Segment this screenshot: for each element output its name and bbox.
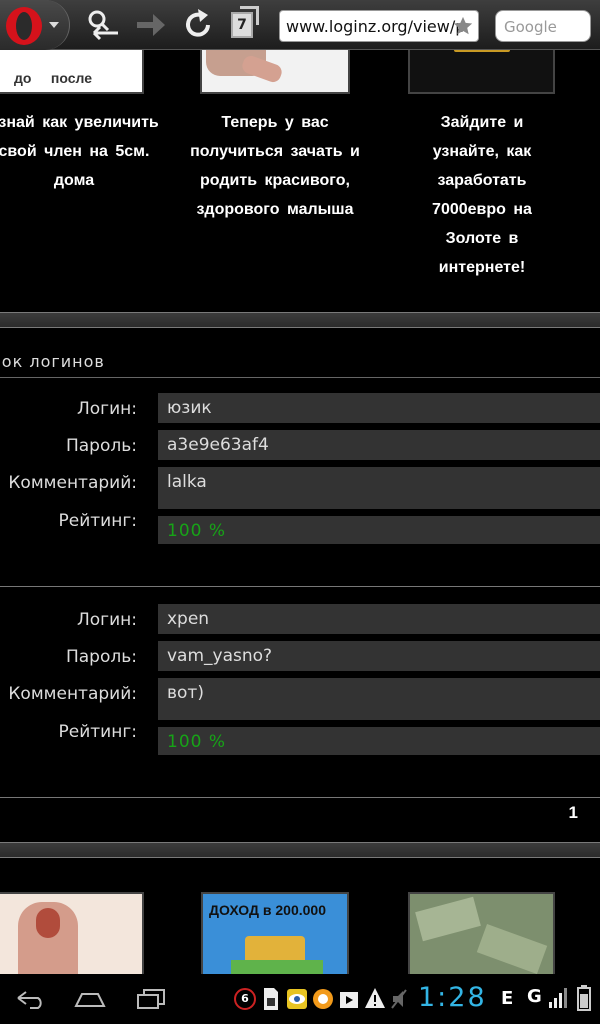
sim-card-icon — [264, 988, 278, 1010]
network-type-g-icon: G — [527, 986, 542, 1007]
mute-icon — [391, 989, 407, 1009]
opera-menu-button[interactable] — [0, 0, 70, 50]
notification-count-badge: 6 — [234, 988, 256, 1010]
chevron-down-icon — [49, 22, 59, 28]
system-navigation-bar: 6 1:28 E G — [0, 974, 600, 1024]
entry-divider — [0, 586, 600, 587]
comment-value: lalka — [158, 467, 600, 509]
reload-icon[interactable] — [180, 7, 216, 43]
section-divider — [0, 312, 600, 328]
login-label: Логин: — [76, 399, 137, 419]
tab-switcher-arrows-icon[interactable] — [84, 7, 122, 43]
browser-toolbar: 7 www.loginz.org/view/p Google — [0, 0, 600, 50]
rating-label: Рейтинг: — [58, 511, 137, 531]
web-page: до после Узнай как увеличить свой член н… — [0, 50, 600, 974]
eye-app-icon — [287, 989, 307, 1009]
money-stack-image — [231, 960, 323, 974]
ad-thumbnail-4[interactable] — [0, 892, 144, 974]
entry-divider — [0, 797, 600, 798]
warning-icon — [365, 988, 385, 1008]
comment-label: Комментарий: — [8, 473, 137, 493]
ad-caption-1[interactable]: Узнай как увеличить свой член на 5см. до… — [0, 108, 164, 195]
rating-label: Рейтинг: — [58, 722, 137, 742]
pager-page-1[interactable]: 1 — [569, 803, 578, 823]
tabs-button[interactable]: 7 — [231, 6, 259, 38]
search-input[interactable]: Google — [495, 10, 591, 42]
login-value: юзик — [158, 393, 600, 423]
rating-value: 100 % — [158, 727, 600, 755]
app-notification-icon — [313, 989, 333, 1009]
recent-apps-icon[interactable] — [136, 988, 166, 1010]
banknote-image — [415, 896, 481, 942]
comment-value: вот) — [158, 678, 600, 720]
ad-thumbnail-6[interactable] — [408, 892, 555, 974]
banknote-image — [476, 923, 548, 974]
ad-thumbnail-text: ДОХОД в 200.000 — [209, 902, 326, 918]
ad-thumbnail-2[interactable] — [200, 50, 350, 94]
password-value: a3e9e63af4 — [158, 430, 600, 460]
section-divider — [0, 842, 600, 858]
back-icon[interactable] — [14, 988, 48, 1010]
star-bookmark-icon[interactable] — [452, 15, 474, 37]
url-text[interactable]: www.loginz.org/view/p — [286, 17, 465, 36]
forward-arrow-icon[interactable] — [133, 7, 169, 43]
password-value: vam_yasno? — [158, 641, 600, 671]
section-title: сок логинов — [0, 352, 600, 378]
play-store-icon — [340, 992, 358, 1008]
signal-strength-icon — [549, 988, 567, 1008]
ad-caption-2[interactable]: Теперь у вас получиться зачать и родить … — [182, 108, 368, 224]
ad-thumbnail-5[interactable]: ДОХОД в 200.000 — [201, 892, 349, 974]
anatomy-image-detail — [36, 908, 60, 938]
login-value: xpen — [158, 604, 600, 634]
home-icon[interactable] — [74, 988, 106, 1010]
ad-thumbnail-1[interactable]: до после — [0, 50, 144, 94]
battery-icon — [577, 985, 591, 1011]
comment-label: Комментарий: — [8, 684, 137, 704]
search-placeholder: Google — [504, 18, 557, 36]
network-type-e-icon: E — [501, 988, 514, 1009]
ad-thumbnail-3[interactable] — [408, 50, 555, 94]
ad-caption-3[interactable]: Зайдите и узнайте, как заработать 7000ев… — [408, 108, 556, 282]
gold-bar-image — [454, 50, 510, 52]
address-bar[interactable]: www.loginz.org/view/p — [279, 10, 479, 42]
status-clock: 1:28 — [418, 982, 487, 1013]
password-label: Пароль: — [65, 647, 137, 667]
rating-value: 100 % — [158, 516, 600, 544]
opera-logo-icon — [6, 7, 42, 45]
ad-thumbnail-text: до после — [14, 70, 92, 86]
password-label: Пароль: — [65, 436, 137, 456]
login-label: Логин: — [76, 610, 137, 630]
